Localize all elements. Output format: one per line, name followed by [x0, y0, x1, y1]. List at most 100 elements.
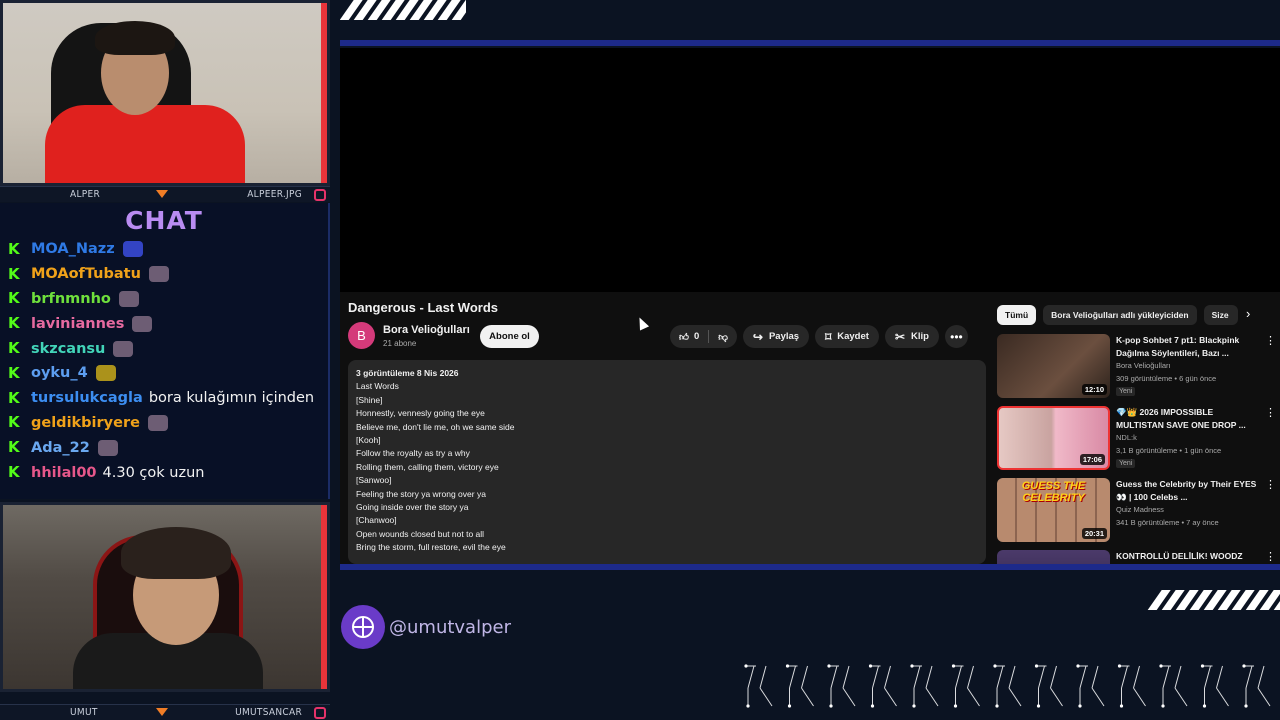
chat-username[interactable]: geldikbiryere	[31, 415, 140, 431]
chat-username[interactable]: hhilal00	[31, 465, 97, 481]
chat-username[interactable]: laviniannes	[31, 316, 124, 332]
social-handle: @umutvalper	[389, 617, 511, 638]
clip-label: Klip	[911, 331, 929, 342]
chip-from-uploader[interactable]: Bora Velioğulları adlı yükleyiciden	[1043, 305, 1197, 325]
like-button[interactable]: 👍︎ 0	[670, 325, 708, 348]
recommended-video-title[interactable]: 💎👑 2026 IMPOSSIBLE MULTISTAN SAVE ONE DR…	[1116, 406, 1261, 431]
decorative-stripes	[340, 0, 466, 20]
chat-username[interactable]: MOAofTubatu	[31, 266, 141, 282]
description-line: Feeling the story ya wrong over ya	[356, 488, 486, 499]
video-actions: 👍︎ 0 👎︎ ↪ Paylaş ⌑ Kaydet ✂ Klip •••	[670, 325, 968, 348]
clip-button[interactable]: ✂ Klip	[884, 325, 939, 348]
chat-username[interactable]: Ada_22	[31, 440, 90, 456]
instagram-icon	[314, 189, 326, 201]
share-button[interactable]: ↪ Paylaş	[742, 325, 810, 348]
frame-bottom-line	[340, 564, 1280, 570]
save-button[interactable]: ⌑ Kaydet	[815, 325, 879, 348]
chip-for-you[interactable]: Size	[1203, 305, 1238, 325]
chat-message: MOA_Nazz	[0, 237, 328, 262]
recommended-video-title[interactable]: Guess the Celebrity by Their EYES 👀 | 10…	[1116, 478, 1261, 503]
chat-username[interactable]: brfnmnho	[31, 291, 111, 307]
kick-icon	[8, 339, 21, 357]
thumbs-down-icon: 👎︎	[718, 331, 728, 343]
emote-icon	[122, 241, 143, 258]
chat-message: hhilal00 4.30 çok uzun	[0, 460, 328, 485]
kick-icon	[8, 364, 21, 382]
share-label: Paylaş	[768, 331, 800, 342]
emote-icon	[95, 365, 116, 382]
video-thumbnail[interactable]	[997, 550, 1110, 564]
webcam-umut	[0, 502, 330, 692]
description-line: [Chanwoo]	[356, 515, 397, 526]
recommended-video-title[interactable]: KONTROLLÜ DELİLİK! WOODZ	[1116, 550, 1261, 563]
recommended-video-channel[interactable]: NDL:k	[1116, 433, 1137, 442]
cam-left-name: ALPER	[70, 189, 101, 200]
chat-username[interactable]: MOA_Nazz	[31, 241, 115, 257]
video-duration: 17:06	[1079, 454, 1105, 465]
recommended-video-meta: 341 B görüntüleme • 7 ay önce	[1116, 518, 1219, 527]
emote-icon	[148, 266, 169, 283]
chat-username[interactable]: skzcansu	[31, 341, 105, 357]
chip-all[interactable]: Tümü	[997, 305, 1037, 325]
kick-icon	[8, 463, 21, 481]
kebab-menu-icon[interactable]: ⋮	[1265, 406, 1276, 419]
chat-text: 4.30 çok uzun	[102, 464, 205, 481]
chevron-right-icon[interactable]: ›	[1246, 306, 1250, 321]
thumbnail-caption: GUESS THE CELEBRITY	[1021, 480, 1086, 504]
recommended-video-channel[interactable]: Bora Velioğulları	[1116, 361, 1171, 370]
chat-message: oyku_4	[0, 361, 328, 386]
chat-title: CHAT	[125, 206, 203, 235]
more-actions-button[interactable]: •••	[944, 325, 968, 348]
video-thumbnail[interactable]: 12:10	[997, 334, 1110, 398]
kick-icon	[8, 240, 21, 258]
chat-message: MOAofTubatu	[0, 262, 328, 287]
share-icon: ↪	[752, 329, 763, 344]
description-line: Bring the storm, full restore, evil the …	[356, 542, 506, 553]
recommended-video[interactable]: 12:10 K-pop Sohbet 7 pt1: Blackpink Dağıl…	[997, 334, 1277, 400]
dislike-button[interactable]: 👎︎	[709, 325, 737, 348]
recommended-video[interactable]: GUESS THE CELEBRITY 20:31 Guess the Celebr…	[997, 478, 1277, 544]
video-player[interactable]	[340, 48, 1280, 292]
video-description[interactable]: 3 görüntüleme 8 Nis 2026 Last Words [Shin…	[348, 360, 986, 564]
chat-message: brfnmnho	[0, 287, 328, 312]
stream-overlay: ALPER ALPEER.JPG CHAT MOA_Nazz MOAofTubat…	[0, 0, 1280, 720]
kebab-menu-icon[interactable]: ⋮	[1265, 334, 1276, 347]
recommended-video[interactable]: KONTROLLÜ DELİLİK! WOODZ ⋮	[997, 550, 1277, 564]
save-label: Kaydet	[837, 331, 869, 342]
cam-right-name: UMUTSANCAR	[235, 707, 302, 718]
chat-message: geldikbiryere	[0, 411, 328, 436]
video-thumbnail[interactable]: GUESS THE CELEBRITY 20:31	[997, 478, 1110, 542]
kebab-menu-icon[interactable]: ⋮	[1265, 478, 1276, 491]
globe-icon	[341, 605, 385, 649]
frame-top-line	[340, 40, 1280, 46]
kick-icon	[8, 438, 21, 456]
recommended-video-channel[interactable]: Quiz Madness	[1116, 505, 1164, 514]
subscribe-button[interactable]: Abone ol	[480, 325, 539, 348]
chat-message: tursulukcagla bora kulağımın içinden	[0, 386, 328, 411]
description-line: [Sanwoo]	[356, 475, 392, 486]
webcam-umut-namebar: UMUT UMUTSANCAR	[0, 704, 330, 720]
kick-icon	[8, 413, 21, 431]
chat-username[interactable]: oyku_4	[31, 365, 88, 381]
chat-message: Ada_22	[0, 435, 328, 460]
chat-username[interactable]: tursulukcagla	[31, 390, 143, 406]
description-line: Follow the royalty as try a why	[356, 448, 470, 459]
scissors-icon: ✂	[894, 329, 905, 344]
description-line: Rolling them, calling them, victory eye	[356, 461, 499, 472]
youtube-watch-area: Dangerous - Last Words B Bora Velioğulla…	[340, 292, 1280, 564]
video-title: Dangerous - Last Words	[348, 300, 499, 315]
mouse-cursor-icon	[634, 315, 650, 331]
channel-name[interactable]: Bora Velioğulları	[383, 324, 470, 336]
channel-subscribers: 21 abone	[383, 339, 417, 348]
video-thumbnail[interactable]: 17:06	[997, 406, 1110, 470]
recommended-video-title[interactable]: K-pop Sohbet 7 pt1: Blackpink Dağılma Sö…	[1116, 334, 1261, 359]
new-badge: Yeni	[1116, 387, 1136, 396]
recommended-video[interactable]: 17:06 💎👑 2026 IMPOSSIBLE MULTISTAN SAVE O…	[997, 406, 1277, 472]
emote-icon	[97, 439, 118, 456]
bookmark-icon: ⌑	[825, 329, 832, 344]
kebab-menu-icon[interactable]: ⋮	[1265, 550, 1276, 563]
decorative-pattern	[744, 664, 1271, 708]
chat-panel: CHAT MOA_Nazz MOAofTubatu brfnmnho lavinian…	[0, 203, 330, 499]
recommended-video-meta: 3,1 B görüntüleme • 1 gün önce	[1116, 446, 1222, 455]
channel-avatar[interactable]: B	[348, 322, 375, 349]
